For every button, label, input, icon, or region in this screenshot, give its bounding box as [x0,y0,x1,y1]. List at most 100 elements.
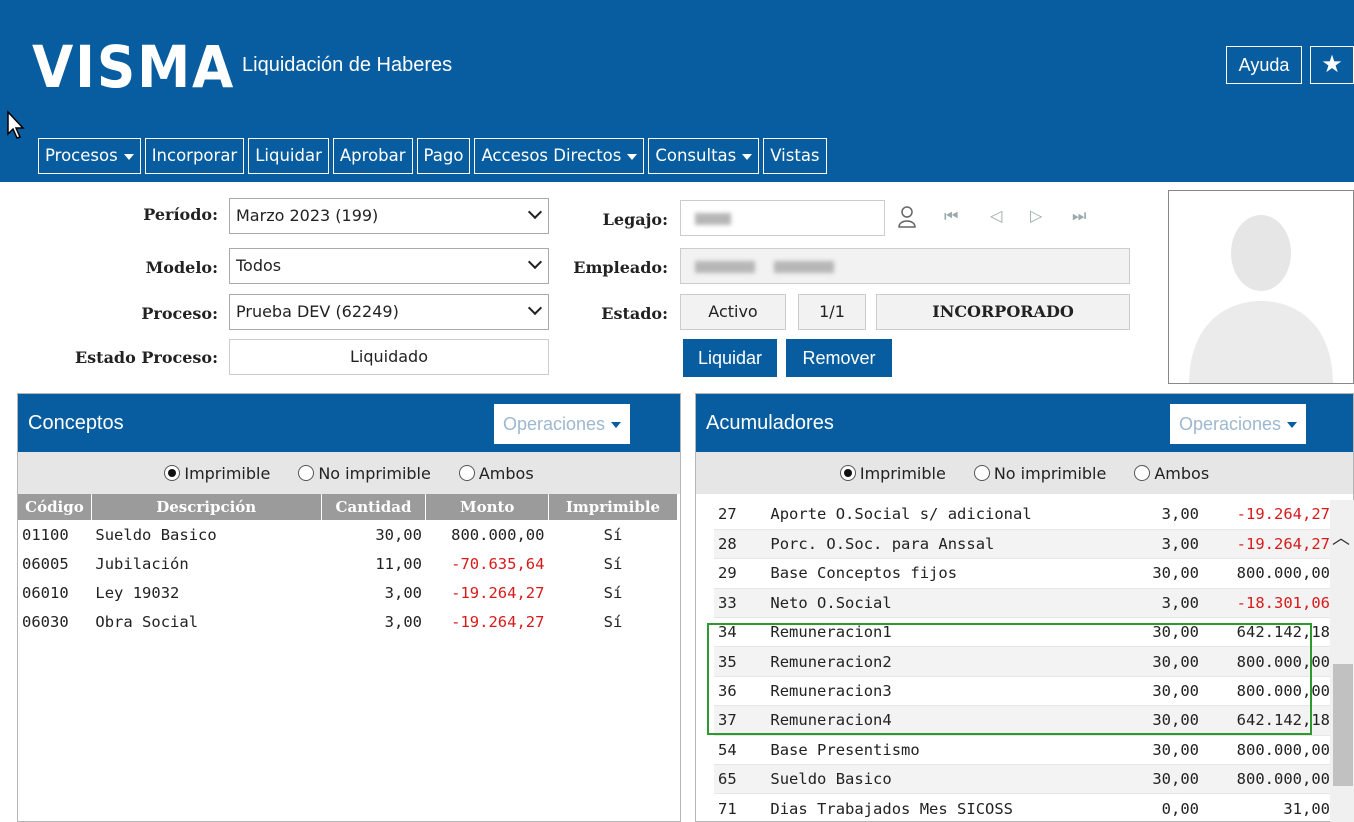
user-search-icon[interactable] [896,205,920,229]
legajo-input[interactable] [680,200,885,236]
cell-code: 01100 [22,525,69,544]
cell-desc: Dias Trabajados Mes SICOSS [766,793,1105,821]
cell-cant: 30,00 [1104,558,1203,589]
cell-imp: Sí [603,554,623,573]
acumuladores-filter-radios: Imprimible No imprimible Ambos [696,452,1353,494]
menu-vistas[interactable]: Vistas [763,138,827,174]
table-row[interactable]: 01100 Sueldo Basico 30,00 800.000,00 Sí [18,520,678,549]
proceso-value: Prueba DEV (62249) [236,302,399,321]
menu-item-label: Incorporar [151,146,238,165]
radio-button-icon[interactable] [298,465,315,481]
cell-monto: 800.000,00 [1203,764,1334,795]
cell-monto: -19.264,27 [1203,529,1334,560]
table-row[interactable]: 27 Aporte O.Social s/ adicional 3,00 -19.26… [714,500,1334,530]
first-record-icon[interactable]: ⏮ [944,206,958,226]
radio-no-imprimible[interactable]: No imprimible [298,464,431,483]
table-row[interactable]: 54 Base Presentismo 30,00 800.000,00 [714,735,1334,766]
cell-monto: -70.635,64 [451,554,545,573]
scroll-up-icon[interactable]: ︿ [1332,524,1350,550]
cell-monto: -19.264,27 [1203,500,1334,530]
caret-down-icon [627,153,638,160]
menu-item-label: Aprobar [339,146,406,165]
radio-button-icon[interactable] [458,465,475,481]
menu-incorporar[interactable]: Incorporar [144,138,245,174]
radio-button-icon[interactable] [973,465,990,481]
menu-accesos-directos[interactable]: Accesos Directos [474,138,645,174]
modelo-select[interactable]: Todos [229,248,549,284]
cell-imp: Sí [603,612,623,631]
cell-cant: 30,00 [375,525,422,544]
cell-cant: 11,00 [375,554,422,573]
radio-no-imprimible[interactable]: No imprimible [973,464,1106,483]
cell-desc: Sueldo Basico [766,764,1105,795]
table-row[interactable]: 65 Sueldo Basico 30,00 800.000,00 [714,764,1334,795]
radio-imprimible[interactable]: Imprimible [164,464,270,483]
table-row[interactable]: 29 Base Conceptos fijos 30,00 800.000,00 [714,558,1334,589]
radio-button-icon[interactable] [1134,465,1151,481]
column-header-3[interactable]: Monto [425,494,549,520]
conceptos-title: Conceptos [28,412,124,434]
cell-monto: 800.000,00 [451,525,545,544]
table-row[interactable]: 06005 Jubilación 11,00 -70.635,64 Sí [18,549,678,578]
chevron-down-icon [527,300,543,316]
proceso-select[interactable]: Prueba DEV (62249) [229,294,549,330]
remover-button[interactable]: Remover [786,339,892,377]
last-record-icon[interactable]: ⏭ [1072,206,1086,226]
legajo-label: Legajo: [602,210,668,229]
radio-ambos[interactable]: Ambos [458,464,534,483]
modelo-label: Modelo: [145,258,218,277]
menu-aprobar[interactable]: Aprobar [332,138,413,174]
cell-monto: 800.000,00 [1203,558,1334,589]
highlight-box [707,623,1312,735]
menu-consultas[interactable]: Consultas [648,138,760,174]
next-record-icon[interactable]: ▷ [1030,206,1042,225]
radio-button-icon[interactable] [839,465,856,481]
column-header-2[interactable]: Cantidad [321,494,427,520]
menu-item-label: Consultas [655,146,737,165]
cell-code: 54 [714,735,767,766]
app-title: Liquidación de Haberes [242,54,453,76]
column-header-4[interactable]: Imprimible [548,494,679,520]
cell-code: 28 [714,529,767,560]
radio-ambos[interactable]: Ambos [1134,464,1209,483]
conceptos-operaciones-button[interactable]: Operaciones [494,404,631,444]
menu-item-label: Accesos Directos [481,146,622,165]
cell-desc: Jubilación [95,554,189,573]
table-row[interactable]: 06030 Obra Social 3,00 -19.264,27 Sí [18,607,678,636]
periodo-select[interactable]: Marzo 2023 (199) [229,198,549,234]
column-header-1[interactable]: Descripción [91,494,322,520]
column-header-0[interactable]: Código [18,494,92,520]
menu-pago[interactable]: Pago [416,138,471,174]
app-header: VISMA Liquidación de Haberes Ayuda ★ Pro… [0,0,1354,182]
acumuladores-title: Acumuladores [706,412,834,434]
radio-imprimible[interactable]: Imprimible [839,464,946,483]
favorite-star-icon[interactable]: ★ [1310,46,1354,84]
cell-monto: -19.264,27 [451,612,545,631]
cell-code: 06030 [22,612,69,631]
cell-code: 27 [714,500,767,530]
cell-cant: 3,00 [1104,500,1203,530]
scrollbar-thumb[interactable] [1333,664,1353,786]
empleado-redacted-value [774,260,835,273]
table-row[interactable]: 06010 Ley 19032 3,00 -19.264,27 Sí [18,578,678,607]
cell-cant: 3,00 [1104,529,1203,560]
chevron-down-icon [527,204,543,220]
operaciones-label: Operaciones [1179,414,1282,434]
cell-monto: -19.264,27 [451,583,545,602]
cell-code: 29 [714,558,767,589]
help-button[interactable]: Ayuda [1226,46,1302,84]
radio-button-icon[interactable] [164,465,181,481]
liquidar-button[interactable]: Liquidar [683,339,777,377]
acumuladores-operaciones-button[interactable]: Operaciones [1170,404,1307,444]
cell-desc: Obra Social [95,612,199,631]
cell-desc: Neto O.Social [766,588,1105,619]
previous-record-icon[interactable]: ◁ [990,206,1002,225]
menu-procesos[interactable]: Procesos [38,138,141,174]
menu-item-label: Pago [423,146,464,165]
table-row[interactable]: 71 Dias Trabajados Mes SICOSS 0,00 31,00 [714,793,1334,821]
table-row[interactable]: 33 Neto O.Social 3,00 -18.301,06 [714,588,1334,619]
table-row[interactable]: 28 Porc. O.Soc. para Anssal 3,00 -19.264,27 [714,529,1334,560]
menu-liquidar[interactable]: Liquidar [248,138,329,174]
estado-label: Estado: [601,304,668,323]
radio-label: Ambos [1154,463,1210,483]
